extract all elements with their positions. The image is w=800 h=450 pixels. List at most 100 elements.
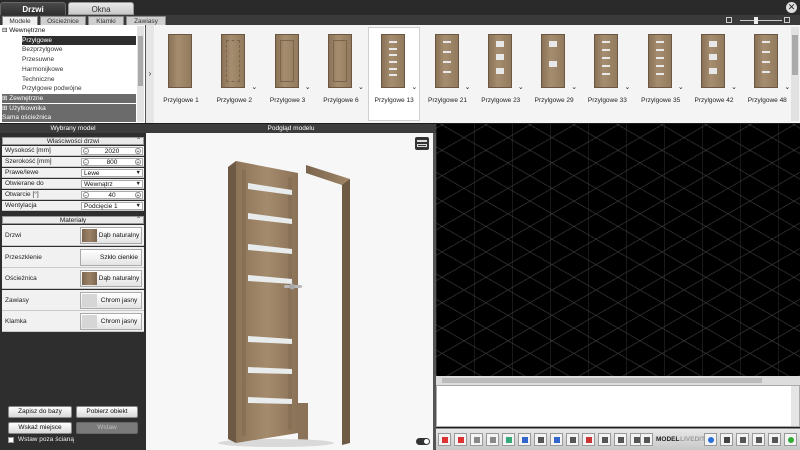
- stepper-value[interactable]: 2020: [92, 148, 132, 155]
- render-toggle[interactable]: [416, 438, 430, 445]
- insert-outside-wall-checkbox[interactable]: [8, 437, 14, 443]
- material-picker-button[interactable]: Chrom jasny: [80, 291, 142, 309]
- property-dropdown[interactable]: Lewe ▼: [81, 169, 143, 177]
- chevron-down-icon[interactable]: ⌄: [731, 83, 737, 91]
- tab-klamki[interactable]: Klamki: [88, 16, 124, 25]
- chevron-down-icon[interactable]: ▼: [136, 203, 141, 210]
- tree-item[interactable]: Harmonijkowe: [22, 65, 136, 74]
- gallery-item[interactable]: ⌄ Przylgowe 3: [263, 28, 313, 120]
- selection-icon[interactable]: [598, 433, 611, 446]
- chevron-down-icon[interactable]: ⌄: [571, 83, 577, 91]
- gallery-item[interactable]: ⌄ Przylgowe 2: [209, 28, 259, 120]
- dynamic-input-icon[interactable]: [566, 433, 579, 446]
- info-icon[interactable]: [768, 433, 781, 446]
- tree-scroll-thumb[interactable]: [138, 36, 143, 86]
- workspace-hscrollbar[interactable]: [436, 376, 800, 385]
- settings-icon[interactable]: [704, 433, 717, 446]
- point-location-button[interactable]: Wskaż miejsce: [8, 422, 72, 434]
- chevron-down-icon[interactable]: ⌄: [518, 83, 524, 91]
- tree-item[interactable]: Bezprzylgowe: [22, 45, 136, 54]
- polar-icon[interactable]: [582, 433, 595, 446]
- increment-icon[interactable]: +: [135, 159, 141, 166]
- model-preview[interactable]: [146, 133, 433, 450]
- user-icon[interactable]: [720, 433, 733, 446]
- gallery-item[interactable]: ⌄ Przylgowe 13: [369, 28, 420, 120]
- tab-drzwi[interactable]: Drzwi: [0, 2, 66, 15]
- chevron-down-icon[interactable]: ⌄: [784, 83, 790, 91]
- tree-item[interactable]: ⊞ Zewnętrzne: [2, 93, 136, 103]
- decrement-icon[interactable]: −: [83, 148, 89, 155]
- chevron-down-icon[interactable]: ⌄: [625, 83, 631, 91]
- track-icon[interactable]: [518, 433, 531, 446]
- chevron-down-icon[interactable]: ⌄: [678, 83, 684, 91]
- material-picker-button[interactable]: Szkło cienkie: [80, 248, 142, 266]
- gallery-item[interactable]: ⌄ Przylgowe 29: [529, 28, 579, 120]
- gallery-item[interactable]: ⌄ Przylgowe 48: [742, 28, 792, 120]
- tree-item[interactable]: Przesuwne: [22, 55, 136, 64]
- tree-item[interactable]: Przylgowe: [22, 35, 136, 45]
- chevron-down-icon[interactable]: ⌄: [411, 83, 417, 91]
- window-icon[interactable]: [752, 433, 765, 446]
- material-picker-button[interactable]: Chrom jasny: [80, 313, 142, 330]
- ortho-icon[interactable]: [438, 433, 451, 446]
- gallery-scrollbar[interactable]: [791, 27, 799, 121]
- material-picker-button[interactable]: Dąb naturalny: [80, 270, 142, 287]
- stepper-value[interactable]: 40: [92, 192, 132, 199]
- table-icon[interactable]: [640, 433, 653, 446]
- tab-okna[interactable]: Okna: [68, 2, 134, 15]
- thumbnail-size-slider[interactable]: [726, 17, 790, 24]
- fetch-object-button[interactable]: Pobierz obiekt: [76, 406, 138, 418]
- material-picker-button[interactable]: Dąb naturalny: [80, 227, 142, 244]
- tab-zawiasy[interactable]: Zawiasy: [126, 16, 166, 25]
- property-stepper[interactable]: −800 +: [81, 158, 143, 166]
- gallery-item[interactable]: ⌄ Przylgowe 33: [582, 28, 632, 120]
- property-dropdown[interactable]: Wewnątrz ▼: [81, 180, 143, 188]
- increment-icon[interactable]: +: [135, 148, 141, 155]
- slider-knob[interactable]: [754, 17, 758, 24]
- chevron-down-icon[interactable]: ⌄: [305, 83, 311, 91]
- property-dropdown[interactable]: Podcięcie 1 ▼: [81, 202, 143, 210]
- slider-track[interactable]: [740, 20, 782, 21]
- grid-icon[interactable]: [534, 433, 547, 446]
- tab-oscieznice[interactable]: Ościeżnice: [40, 16, 86, 25]
- insert-button[interactable]: Wstaw: [76, 422, 138, 434]
- gallery-item[interactable]: ⌄ Przylgowe 21: [423, 28, 473, 120]
- console-scrollbar[interactable]: [791, 386, 799, 426]
- scale-icon[interactable]: [486, 433, 499, 446]
- collapse-icon[interactable]: ⌃: [136, 137, 141, 145]
- lineweight-icon[interactable]: [614, 433, 627, 446]
- chevron-down-icon[interactable]: ⌄: [358, 83, 364, 91]
- gallery-item[interactable]: ⌄ Przylgowe 35: [636, 28, 686, 120]
- gallery-item[interactable]: Przylgowe 1: [156, 28, 206, 120]
- save-to-db-button[interactable]: Zapisz do bazy: [8, 406, 72, 418]
- gallery-scroll-thumb[interactable]: [792, 35, 798, 75]
- camera-view-icon[interactable]: [415, 137, 429, 150]
- tree-item[interactable]: ⊞ Użytkownika: [2, 103, 136, 113]
- livedit-label[interactable]: LIVEDIT: [680, 434, 705, 445]
- model-mode-label[interactable]: MODEL: [656, 434, 679, 445]
- tree-item[interactable]: Przylgowe podwójne: [22, 84, 136, 93]
- property-stepper[interactable]: −40 +: [81, 191, 143, 199]
- display-icon[interactable]: [736, 433, 749, 446]
- drawing-workspace[interactable]: [436, 124, 800, 376]
- stepper-value[interactable]: 800: [92, 159, 132, 166]
- chevron-down-icon[interactable]: ▼: [136, 170, 141, 177]
- properties-header[interactable]: Właściwości drzwi ⌃: [2, 137, 144, 145]
- chevron-down-icon[interactable]: ▼: [136, 181, 141, 188]
- gallery-item[interactable]: ⌄ Przylgowe 23: [476, 28, 526, 120]
- snap-icon[interactable]: [454, 433, 467, 446]
- increment-icon[interactable]: +: [135, 192, 141, 199]
- angle-icon[interactable]: [470, 433, 483, 446]
- decrement-icon[interactable]: −: [83, 192, 89, 199]
- chevron-down-icon[interactable]: ⌄: [251, 83, 257, 91]
- tab-modele[interactable]: Modele: [2, 16, 38, 25]
- materials-header[interactable]: Materiały ⌃: [2, 216, 144, 224]
- ok-icon[interactable]: [784, 433, 797, 446]
- close-icon[interactable]: ✕: [786, 2, 797, 13]
- tree-scrollbar[interactable]: [137, 26, 144, 122]
- gallery-item[interactable]: ⌄ Przylgowe 6: [316, 28, 366, 120]
- property-stepper[interactable]: −2020 +: [81, 147, 143, 155]
- object-snap-icon[interactable]: [502, 433, 515, 446]
- tree-item[interactable]: Techniczne: [22, 75, 136, 84]
- workspace-scroll-thumb[interactable]: [442, 378, 762, 383]
